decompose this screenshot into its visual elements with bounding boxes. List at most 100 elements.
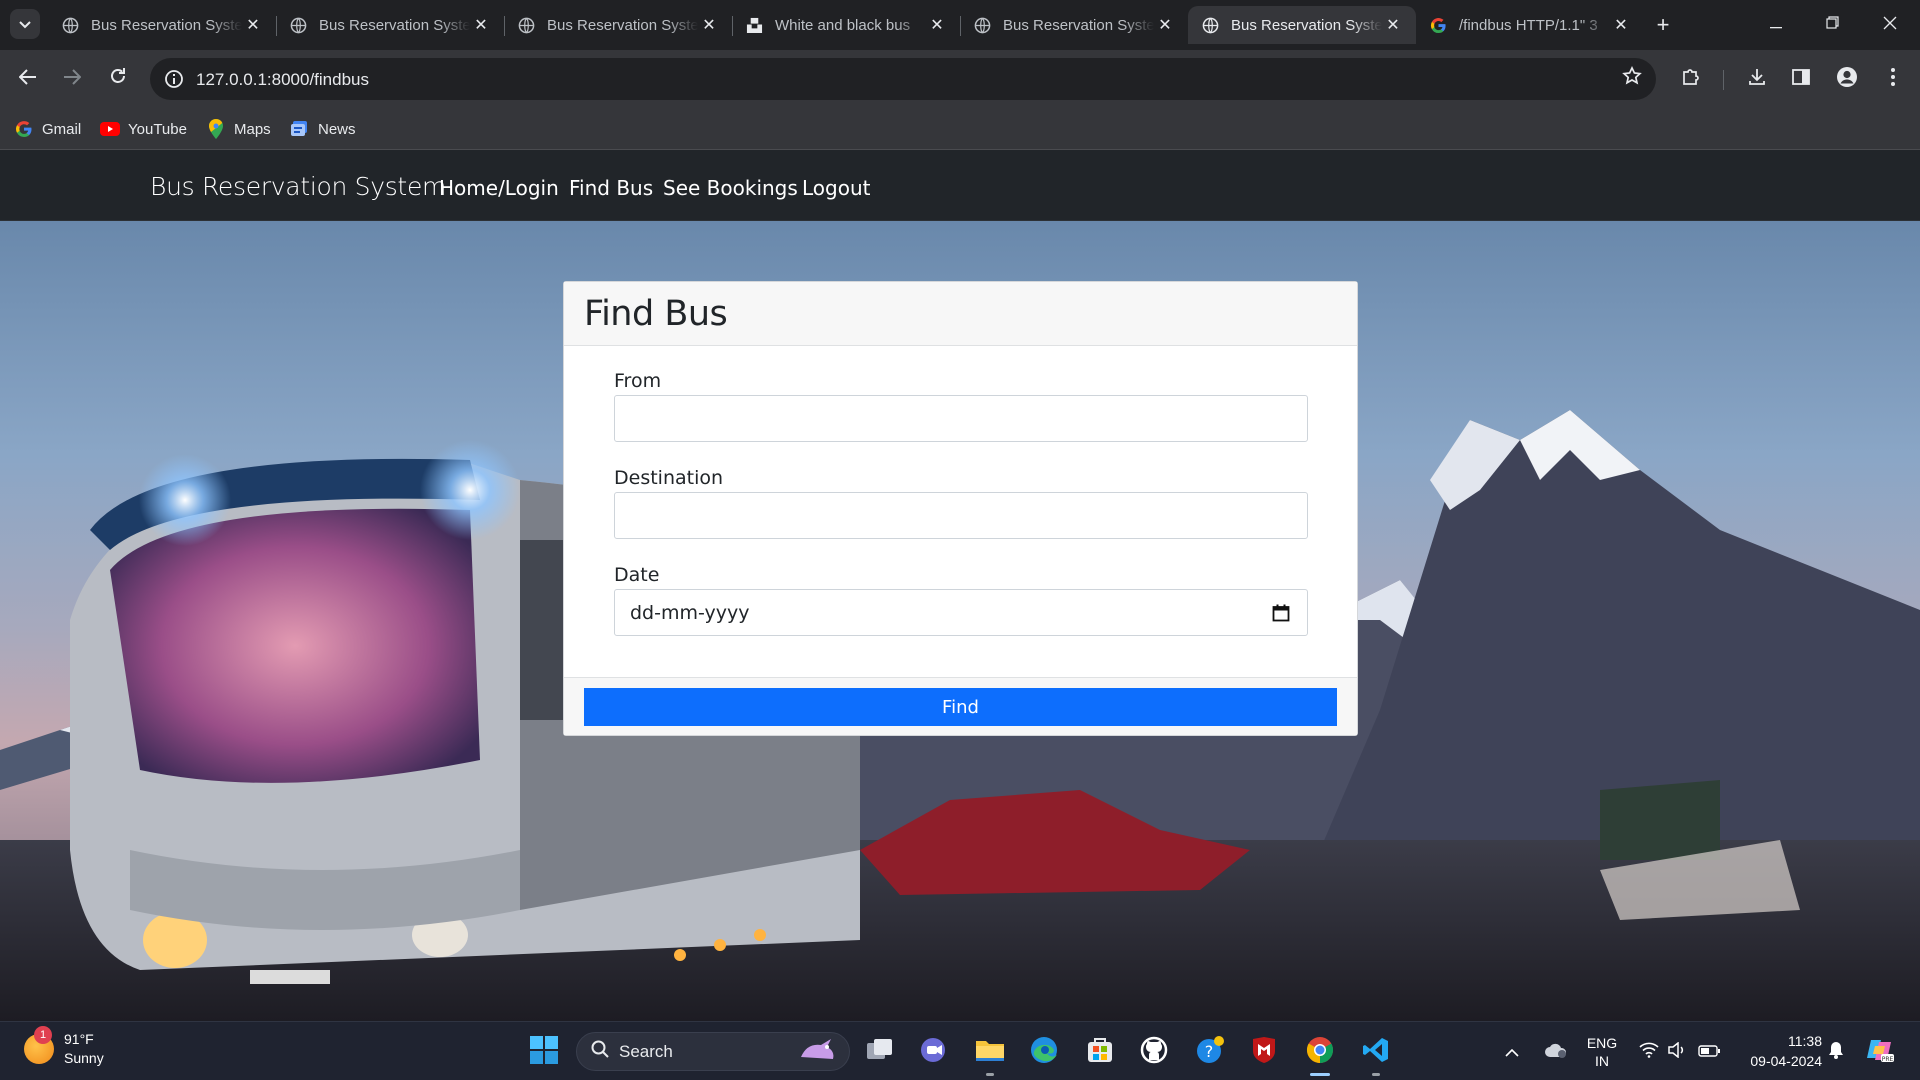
language-code: ENG	[1586, 1034, 1618, 1051]
windows-taskbar: 1 91°F Sunny Search ? ENG IN 11:38 09-04…	[0, 1021, 1920, 1080]
find-bus-card: Find Bus From Destination Date dd-mm-yyy…	[563, 281, 1358, 736]
copilot-button[interactable]: PRE	[1862, 1022, 1898, 1080]
nav-find-bus[interactable]: Find Bus	[569, 176, 653, 200]
close-icon[interactable]: ✕	[1382, 15, 1404, 35]
nav-logout[interactable]: Logout	[802, 176, 870, 200]
search-icon	[591, 1040, 609, 1063]
destination-input[interactable]	[614, 492, 1308, 539]
notifications-button[interactable]	[1822, 1022, 1850, 1080]
tab-google-findbus[interactable]: /findbus HTTP/1.1" 3 ✕	[1416, 6, 1644, 44]
profile-button[interactable]	[1832, 64, 1862, 94]
date-input[interactable]: dd-mm-yyyy	[614, 589, 1308, 636]
forward-button[interactable]	[56, 63, 88, 95]
wifi-tray[interactable]	[1634, 1022, 1664, 1080]
vscode-button[interactable]	[1358, 1034, 1394, 1076]
page-viewport: Bus Reservation System Home/Login Find B…	[0, 150, 1920, 1021]
close-icon[interactable]: ✕	[1154, 15, 1176, 35]
show-hidden-icons-button[interactable]	[1500, 1022, 1524, 1080]
bookmarks-bar: Gmail YouTube Maps News	[0, 108, 1920, 150]
help-button[interactable]: ?	[1192, 1034, 1228, 1070]
tab-search-button[interactable]	[10, 9, 40, 39]
from-input[interactable]	[614, 395, 1308, 442]
tab-title: White and black bus	[775, 16, 911, 34]
restore-button[interactable]	[1810, 8, 1854, 42]
chevron-down-icon	[19, 16, 31, 32]
reload-button[interactable]	[102, 63, 134, 95]
arrow-left-icon	[18, 68, 37, 91]
side-panel-button[interactable]	[1786, 64, 1816, 94]
tab-bus-reservation-3[interactable]: Bus Reservation System ✕	[504, 6, 732, 44]
help-icon: ?	[1195, 1035, 1225, 1070]
info-icon[interactable]	[162, 67, 186, 91]
store-button[interactable]	[1082, 1034, 1118, 1070]
tab-bus-reservation-active[interactable]: Bus Reservation System ✕	[1188, 6, 1416, 44]
new-tab-button[interactable]: +	[1650, 12, 1676, 38]
weather-widget[interactable]: 1 91°F Sunny	[24, 1026, 104, 1068]
tab-unsplash[interactable]: White and black bus ✕	[732, 6, 960, 44]
teams-chat-button[interactable]	[916, 1034, 952, 1070]
file-explorer-button[interactable]	[972, 1034, 1008, 1076]
weather-text: 91°F Sunny	[64, 1030, 104, 1068]
github-desktop-button[interactable]	[1136, 1034, 1172, 1070]
search-label: Search	[619, 1041, 673, 1061]
youtube-icon	[100, 119, 120, 139]
calendar-icon[interactable]	[1270, 602, 1292, 624]
onedrive-tray[interactable]	[1540, 1022, 1572, 1080]
tab-title: Bus Reservation System	[547, 16, 698, 34]
address-bar[interactable]: 127.0.0.1:8000/findbus	[150, 58, 1656, 100]
start-button[interactable]	[526, 1034, 562, 1070]
site-navbar: Bus Reservation System Home/Login Find B…	[0, 150, 1920, 221]
sun-icon: 1	[24, 1026, 54, 1064]
bookmark-youtube[interactable]: YouTube	[100, 117, 187, 141]
tab-title: /findbus HTTP/1.1" 3	[1459, 16, 1598, 34]
notification-badge: 1	[34, 1026, 52, 1044]
minimize-button[interactable]	[1754, 8, 1798, 42]
nav-see-bookings[interactable]: See Bookings	[663, 176, 798, 200]
tab-strip: Bus Reservation System ✕ Bus Reservation…	[0, 0, 1920, 50]
chrome-button[interactable]	[1302, 1034, 1338, 1076]
language-indicator[interactable]: ENG IN	[1580, 1022, 1624, 1080]
volume-tray[interactable]	[1664, 1022, 1690, 1080]
find-button[interactable]: Find	[584, 688, 1337, 726]
profile-icon	[1836, 66, 1858, 93]
bell-icon	[1828, 1041, 1844, 1062]
bookmark-label: YouTube	[128, 120, 187, 138]
bookmark-news[interactable]: News	[290, 117, 356, 141]
taskbar-search[interactable]: Search	[576, 1032, 850, 1071]
globe-icon	[974, 17, 991, 34]
task-view-button[interactable]	[862, 1034, 898, 1070]
destination-label: Destination	[614, 467, 724, 489]
edge-button[interactable]	[1026, 1034, 1062, 1070]
close-icon[interactable]: ✕	[698, 15, 720, 35]
close-icon[interactable]: ✕	[470, 15, 492, 35]
globe-icon	[1202, 17, 1219, 34]
close-icon[interactable]: ✕	[242, 15, 264, 35]
navbar-brand[interactable]: Bus Reservation System	[150, 172, 446, 201]
back-button[interactable]	[12, 63, 44, 95]
chat-icon	[920, 1037, 948, 1068]
tab-bus-reservation-2[interactable]: Bus Reservation System ✕	[276, 6, 504, 44]
menu-button[interactable]	[1878, 64, 1908, 94]
bookmark-star-icon[interactable]	[1622, 66, 1642, 92]
mcafee-button[interactable]	[1246, 1034, 1282, 1070]
downloads-button[interactable]	[1742, 64, 1772, 94]
window-close-button[interactable]	[1868, 8, 1912, 42]
close-icon[interactable]: ✕	[926, 15, 948, 35]
svg-text:PRE: PRE	[1882, 1056, 1894, 1063]
battery-tray[interactable]	[1694, 1022, 1724, 1080]
tab-bus-reservation-4[interactable]: Bus Reservation System ✕	[960, 6, 1188, 44]
chrome-icon	[1306, 1036, 1334, 1069]
close-icon[interactable]: ✕	[1610, 15, 1632, 35]
clock[interactable]: 11:38 09-04-2024	[1734, 1031, 1822, 1071]
tab-bus-reservation-1[interactable]: Bus Reservation System ✕	[48, 6, 276, 44]
edge-icon	[1030, 1036, 1058, 1069]
github-icon	[1140, 1036, 1168, 1069]
nav-home-login[interactable]: Home/Login	[439, 176, 559, 200]
arrow-right-icon	[63, 68, 82, 91]
bookmark-maps[interactable]: Maps	[206, 117, 271, 141]
extensions-button[interactable]	[1676, 64, 1706, 94]
bookmark-gmail[interactable]: Gmail	[14, 117, 81, 141]
puzzle-icon	[1681, 67, 1701, 92]
store-icon	[1086, 1036, 1114, 1069]
plus-icon: +	[1656, 12, 1670, 37]
